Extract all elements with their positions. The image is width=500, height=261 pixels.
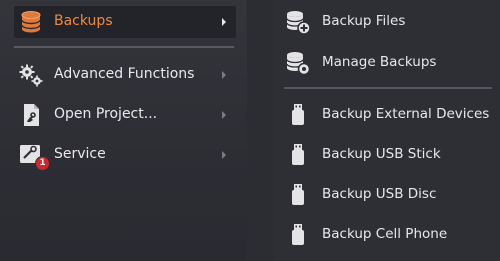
submenu-item-label: Backup Cell Phone: [322, 226, 448, 242]
usb-drive-icon: [284, 221, 312, 249]
submenu-item-backup-files[interactable]: Backup Files: [274, 4, 500, 40]
service-icon: 1: [18, 142, 50, 171]
chevron-right-icon: [222, 111, 226, 119]
database-add-icon: [284, 8, 312, 36]
chevron-right-icon: [222, 151, 226, 159]
database-settings-icon: [284, 49, 312, 77]
submenu-item-backup-usb-stick[interactable]: Backup USB Stick: [274, 137, 500, 173]
usb-drive-icon: [284, 141, 312, 169]
main-menu-panel: Backups Advanced Functions Open Project.…: [0, 0, 247, 261]
menu-divider: [14, 46, 234, 48]
menu-item-open-project[interactable]: Open Project...: [14, 99, 236, 131]
menu-item-label: Advanced Functions: [54, 66, 195, 82]
chevron-right-icon: [222, 18, 226, 26]
submenu-item-label: Backup USB Disc: [322, 186, 437, 202]
submenu-item-label: Backup USB Stick: [322, 146, 441, 162]
menu-item-label: Service: [54, 146, 106, 162]
usb-drive-icon: [284, 181, 312, 209]
project-file-icon: [18, 102, 44, 128]
submenu-item-backup-usb-disc[interactable]: Backup USB Disc: [274, 177, 500, 213]
gears-icon: [18, 62, 44, 88]
menu-item-label: Backups: [54, 13, 113, 29]
submenu-item-label: Backup External Devices: [322, 106, 490, 122]
menu-item-backups[interactable]: Backups: [14, 6, 236, 38]
backups-submenu-panel: Backup Files Manage Backups Backup Exter…: [274, 0, 500, 261]
submenu-item-label: Manage Backups: [322, 54, 437, 70]
submenu-item-backup-cell-phone[interactable]: Backup Cell Phone: [274, 217, 500, 253]
usb-drive-icon: [284, 101, 312, 129]
chevron-right-icon: [222, 71, 226, 79]
menu-item-label: Open Project...: [54, 106, 158, 122]
submenu-item-manage-backups[interactable]: Manage Backups: [274, 45, 500, 81]
submenu-item-backup-external-devices[interactable]: Backup External Devices: [274, 97, 500, 133]
database-icon: [18, 9, 44, 35]
notification-badge: 1: [35, 156, 50, 171]
menu-item-service[interactable]: 1 Service: [14, 139, 236, 171]
submenu-divider: [284, 87, 492, 89]
submenu-item-label: Backup Files: [322, 13, 406, 29]
menu-item-advanced-functions[interactable]: Advanced Functions: [14, 59, 236, 91]
